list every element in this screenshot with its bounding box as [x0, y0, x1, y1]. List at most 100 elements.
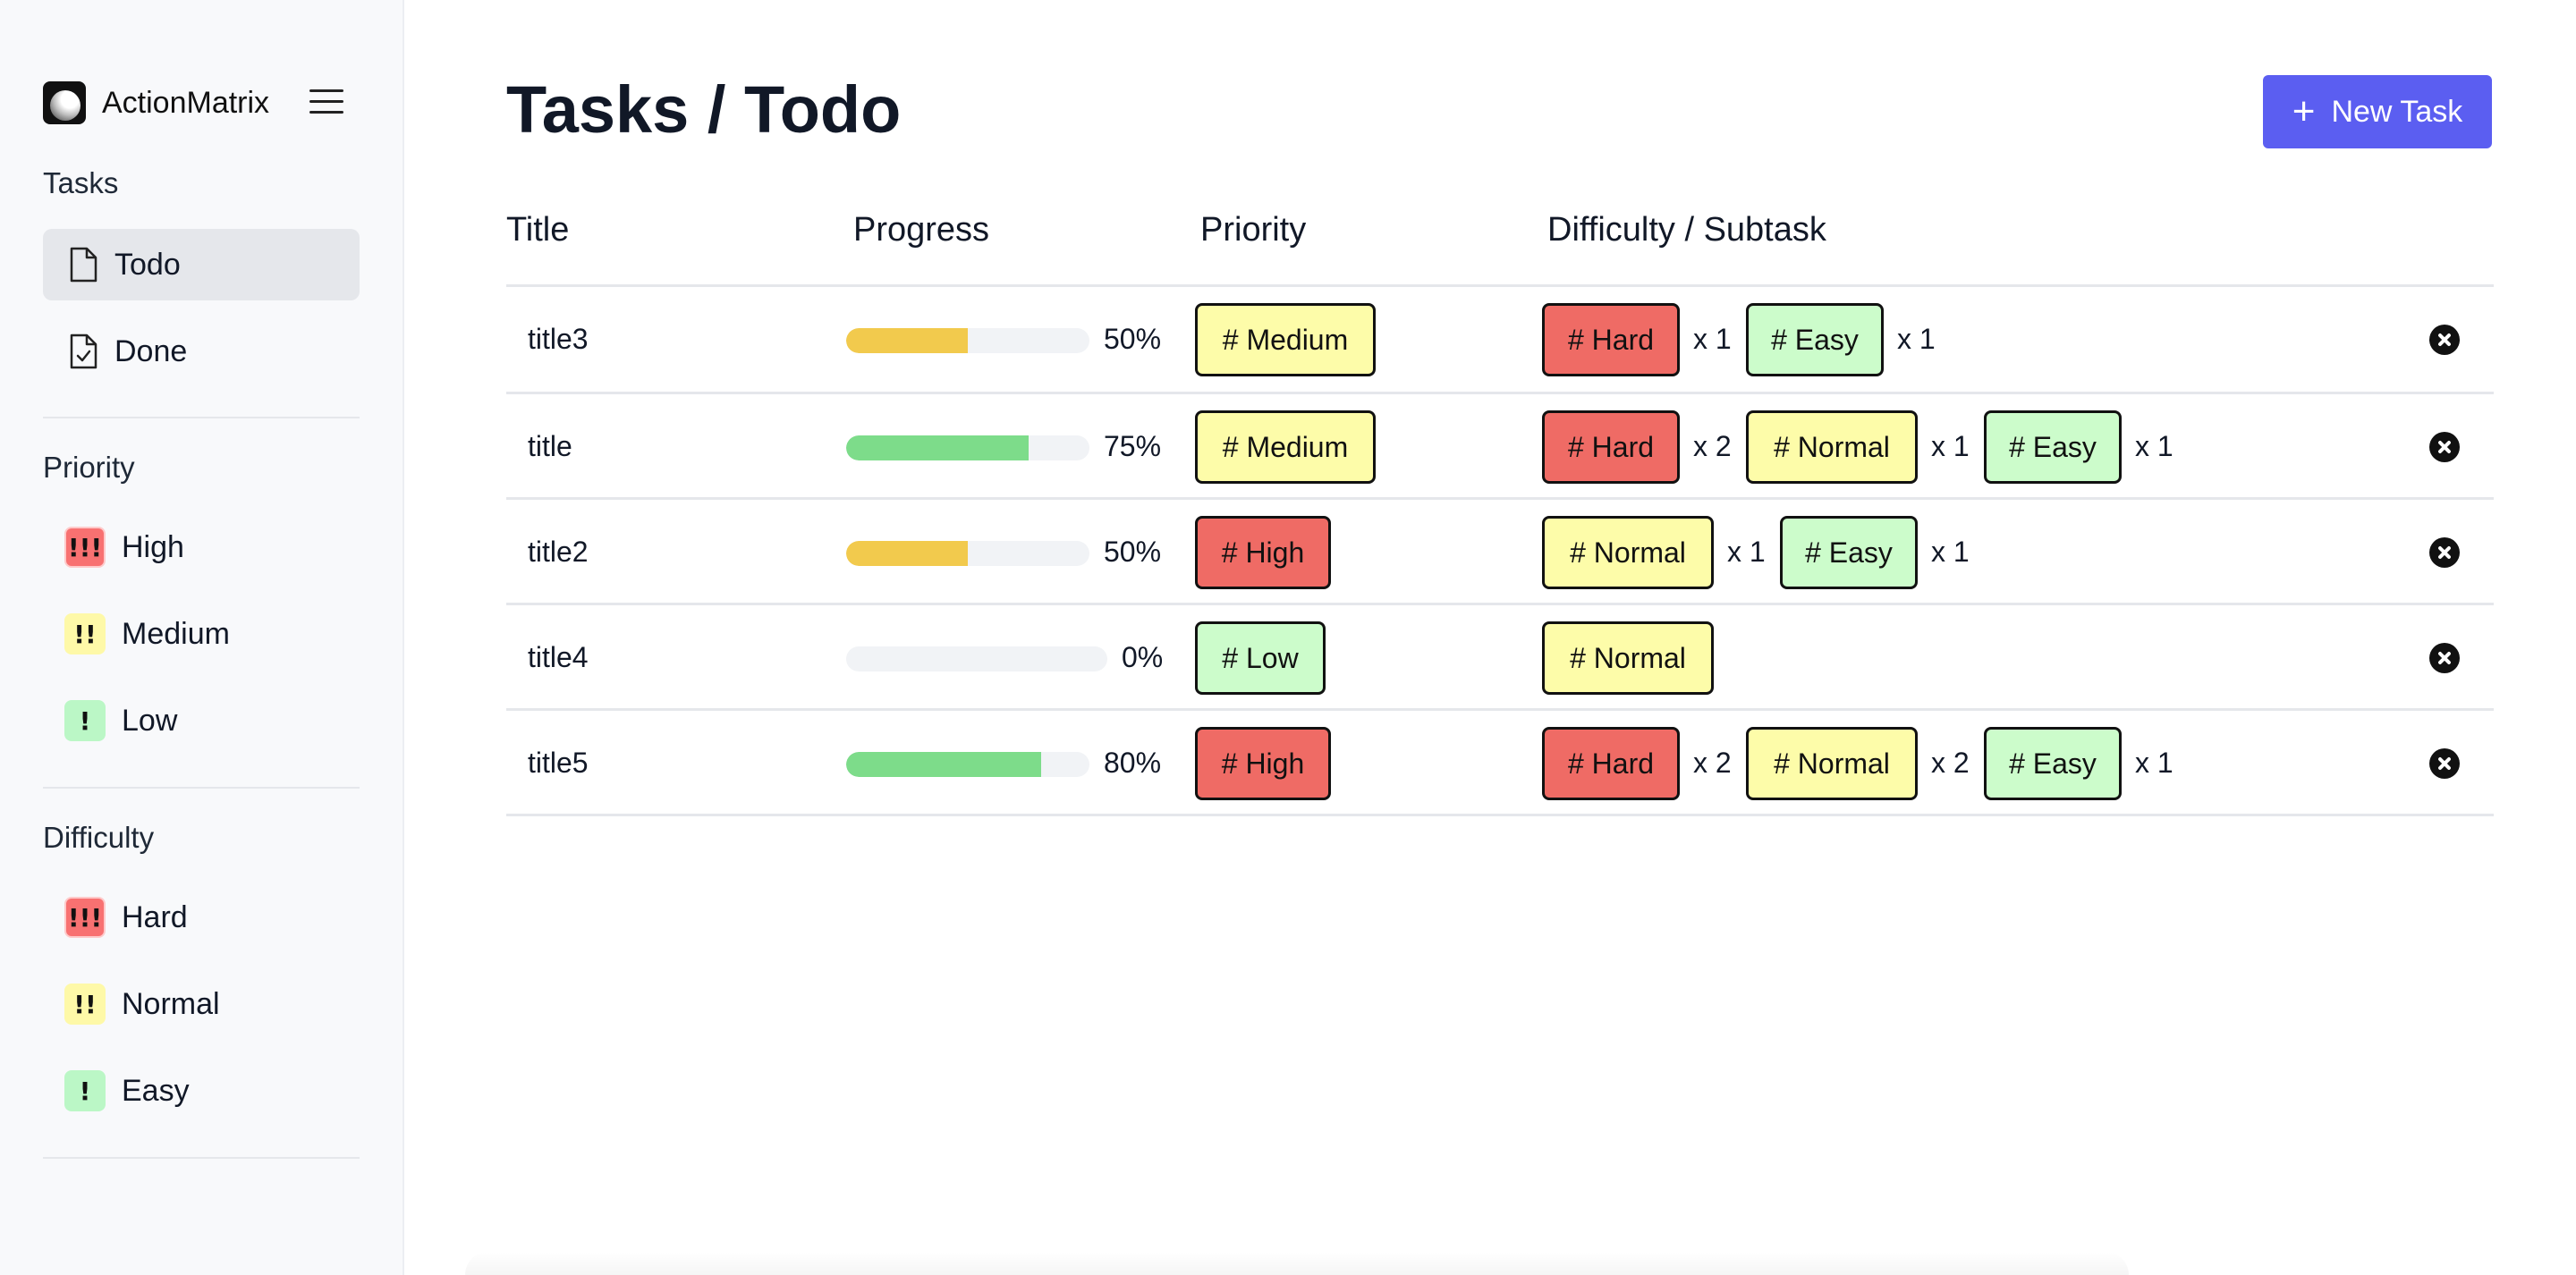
progress-label: 80%	[1104, 747, 1162, 779]
hamburger-menu-icon[interactable]	[309, 89, 343, 116]
file-check-icon	[70, 334, 97, 369]
delete-icon[interactable]	[2429, 325, 2460, 355]
progress-bar	[846, 646, 1107, 671]
table-row: title3 50% # Medium # Hard x 1 # Easy x …	[506, 287, 2494, 392]
difficulty-tag-hard[interactable]: # Hard	[1542, 727, 1680, 800]
priority-tag[interactable]: # Medium	[1195, 410, 1376, 484]
progress-fill	[846, 541, 968, 566]
sidebar-item-easy[interactable]: ! Easy	[43, 1055, 360, 1127]
task-title: title3	[528, 323, 589, 355]
progress-fill	[846, 328, 968, 353]
sidebar-item-label: Done	[114, 334, 188, 368]
sidebar-item-hard[interactable]: !!! Hard	[43, 882, 360, 953]
difficulty-normal-icon: !!	[64, 984, 106, 1025]
subtask-count: x 2	[1693, 430, 1732, 462]
sidebar-item-high[interactable]: !!! High	[43, 511, 360, 583]
sidebar-item-label: Todo	[114, 247, 181, 282]
difficulty-tag-easy[interactable]: # Easy	[1984, 410, 2122, 484]
progress-label: 0%	[1122, 641, 1164, 673]
column-header-difficulty-subtask: Difficulty / Subtask	[1547, 211, 1826, 249]
file-icon	[70, 247, 97, 283]
progress-label: 50%	[1104, 536, 1162, 568]
progress-fill	[846, 752, 1041, 777]
task-title: title	[528, 430, 572, 462]
difficulty-hard-icon: !!!	[64, 897, 106, 938]
sidebar-item-todo[interactable]: Todo	[43, 229, 360, 300]
progress-label: 75%	[1104, 430, 1162, 462]
difficulty-tag-normal[interactable]: # Normal	[1746, 727, 1918, 800]
progress-bar	[846, 541, 1089, 566]
sidebar: ActionMatrix Tasks Todo Done Priority !!…	[0, 0, 404, 1275]
app-name: ActionMatrix	[102, 85, 270, 120]
scroll-shadow	[465, 1252, 2129, 1275]
delete-icon[interactable]	[2429, 748, 2460, 779]
progress-label: 50%	[1104, 323, 1162, 355]
sidebar-item-label: Easy	[122, 1073, 190, 1108]
subtask-count: x 1	[1693, 323, 1732, 355]
task-title: title4	[528, 641, 589, 673]
column-header-title: Title	[506, 211, 570, 249]
subtask-count: x 1	[1897, 323, 1936, 355]
page-title: Tasks / Todo	[506, 72, 902, 147]
subtask-count: x 1	[1931, 536, 1970, 568]
priority-medium-icon: !!	[64, 613, 106, 654]
difficulty-tag-normal[interactable]: # Normal	[1542, 621, 1714, 695]
logo-icon	[43, 81, 86, 124]
section-title-difficulty: Difficulty	[43, 821, 155, 854]
priority-tag[interactable]: # Medium	[1195, 303, 1376, 376]
difficulty-easy-icon: !	[64, 1070, 106, 1111]
difficulty-tag-easy[interactable]: # Easy	[1984, 727, 2122, 800]
column-header-progress: Progress	[853, 211, 990, 249]
table-row: title2 50% # High # Normal x 1 # Easy x …	[506, 500, 2494, 604]
difficulty-tag-normal[interactable]: # Normal	[1746, 410, 1918, 484]
table-row: title4 0% # Low # Normal	[506, 605, 2494, 710]
sidebar-item-medium[interactable]: !! Medium	[43, 598, 360, 670]
subtask-count: x 1	[1931, 430, 1970, 462]
section-title-priority: Priority	[43, 451, 135, 484]
sidebar-item-done[interactable]: Done	[43, 316, 360, 387]
subtask-count: x 2	[1693, 747, 1732, 779]
priority-tag[interactable]: # High	[1195, 727, 1331, 800]
progress-bar	[846, 328, 1089, 353]
plus-icon: +	[2292, 89, 2316, 133]
divider	[43, 787, 360, 789]
section-title-tasks: Tasks	[43, 166, 119, 199]
subtask-count: x 2	[1931, 747, 1970, 779]
delete-icon[interactable]	[2429, 432, 2460, 462]
delete-icon[interactable]	[2429, 643, 2460, 673]
difficulty-tag-easy[interactable]: # Easy	[1746, 303, 1884, 376]
difficulty-tag-easy[interactable]: # Easy	[1780, 516, 1918, 589]
task-title: title2	[528, 536, 589, 568]
task-title: title5	[528, 747, 589, 779]
divider	[43, 417, 360, 418]
sidebar-item-normal[interactable]: !! Normal	[43, 968, 360, 1040]
difficulty-tag-hard[interactable]: # Hard	[1542, 410, 1680, 484]
table-row: title 75% # Medium # Hard x 2 # Normal x…	[506, 394, 2494, 499]
new-task-button[interactable]: + New Task	[2263, 75, 2492, 148]
subtask-count: x 1	[2135, 430, 2174, 462]
subtask-count: x 1	[1727, 536, 1766, 568]
sidebar-item-label: Low	[122, 703, 178, 738]
priority-low-icon: !	[64, 700, 106, 741]
delete-icon[interactable]	[2429, 537, 2460, 568]
sidebar-item-label: Hard	[122, 899, 188, 934]
column-header-priority: Priority	[1200, 211, 1307, 249]
app-root: ActionMatrix Tasks Todo Done Priority !!…	[0, 0, 2576, 1275]
progress-bar	[846, 435, 1089, 460]
priority-tag[interactable]: # High	[1195, 516, 1331, 589]
sidebar-item-label: High	[122, 529, 184, 564]
new-task-label: New Task	[2331, 94, 2463, 129]
priority-tag[interactable]: # Low	[1195, 621, 1326, 695]
difficulty-tag-normal[interactable]: # Normal	[1542, 516, 1714, 589]
difficulty-tag-hard[interactable]: # Hard	[1542, 303, 1680, 376]
sidebar-item-label: Medium	[122, 616, 230, 651]
sidebar-item-label: Normal	[122, 986, 220, 1021]
row-divider	[506, 814, 2494, 816]
brand[interactable]: ActionMatrix	[43, 80, 269, 125]
progress-bar	[846, 752, 1089, 777]
sidebar-item-low[interactable]: ! Low	[43, 685, 360, 756]
divider	[43, 1157, 360, 1159]
table-row: title5 80% # High # Hard x 2 # Normal x …	[506, 711, 2494, 815]
progress-fill	[846, 435, 1029, 460]
priority-high-icon: !!!	[64, 527, 106, 568]
